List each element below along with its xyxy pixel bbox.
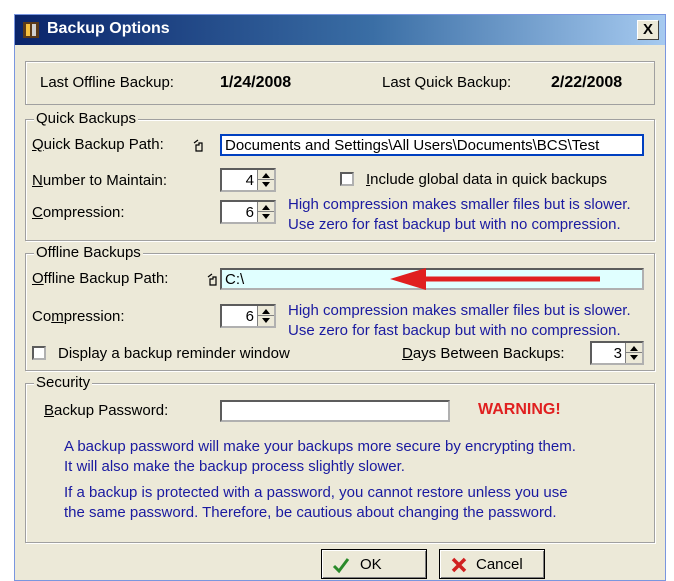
offline-backups-group: Offline Backups Offline Backup Path: C:\…: [25, 244, 655, 371]
security-legend: Security: [34, 374, 93, 391]
offline-compression-label: Compression:: [32, 308, 125, 325]
security-group: Security Backup Password: WARNING! A bac…: [25, 374, 655, 543]
number-to-maintain-spinner[interactable]: 4: [220, 168, 276, 192]
security-note1-line2: It will also make the backup process sli…: [64, 458, 405, 475]
x-cancel-icon: [451, 557, 467, 573]
backup-options-dialog: Backup Options X Last Offline Backup: 1/…: [14, 14, 666, 581]
folder-browse-icon[interactable]: [192, 139, 206, 153]
quick-hint-line2: Use zero for fast backup but with no com…: [288, 216, 621, 233]
offline-compression-spinner[interactable]: 6: [220, 304, 276, 328]
dialog-title: Backup Options: [47, 20, 170, 37]
warning-text: WARNING!: [478, 401, 561, 418]
quick-hint-line1: High compression makes smaller files but…: [288, 196, 631, 213]
quick-path-input[interactable]: Documents and Settings\All Users\Documen…: [220, 134, 644, 156]
ok-button[interactable]: OK: [321, 549, 427, 579]
last-quick-label: Last Quick Backup:: [382, 74, 512, 91]
quick-compression-value: 6: [245, 204, 254, 221]
quick-compression-spinner[interactable]: 6: [220, 200, 276, 224]
offline-hint-line1: High compression makes smaller files but…: [288, 302, 631, 319]
password-label: Backup Password:: [44, 402, 169, 419]
quick-path-label: Quick Backup Path:: [32, 136, 164, 153]
offline-backups-legend: Offline Backups: [34, 244, 143, 261]
days-between-label: Days Between Backups:: [402, 345, 565, 362]
number-to-maintain-value: 4: [245, 172, 254, 189]
red-arrow-icon: [390, 268, 600, 290]
check-icon: [332, 558, 350, 574]
title-bar: Backup Options X: [15, 15, 665, 45]
quick-backups-group: Quick Backups Quick Backup Path: Documen…: [25, 110, 655, 241]
days-between-spinner[interactable]: 3: [590, 341, 644, 365]
app-icon: [23, 22, 39, 38]
offline-path-label: Offline Backup Path:: [32, 270, 169, 287]
include-global-label: Include global data in quick backups: [366, 171, 608, 188]
security-note2-line1: If a backup is protected with a password…: [64, 484, 568, 501]
offline-compression-value: 6: [245, 308, 254, 325]
security-note2-line2: the same password. Therefore, be cautiou…: [64, 504, 557, 521]
number-to-maintain-label: Number to Maintain:: [32, 172, 168, 189]
last-offline-label: Last Offline Backup:: [40, 74, 174, 91]
quick-backups-legend: Quick Backups: [34, 110, 139, 127]
spinner-buttons[interactable]: [257, 170, 274, 190]
include-global-checkbox[interactable]: [340, 172, 354, 186]
spinner-buttons[interactable]: [257, 202, 274, 222]
last-quick-value: 2/22/2008: [551, 74, 623, 91]
spinner-buttons[interactable]: [257, 306, 274, 326]
last-backup-summary: Last Offline Backup: 1/24/2008 Last Quic…: [25, 61, 655, 105]
quick-compression-label: Compression:: [32, 204, 125, 221]
ok-label: OK: [360, 556, 382, 573]
cancel-button[interactable]: Cancel: [439, 549, 545, 579]
security-note1-line1: A backup password will make your backups…: [64, 438, 576, 455]
close-button[interactable]: X: [637, 20, 659, 40]
password-input[interactable]: [220, 400, 450, 422]
folder-browse-icon[interactable]: [206, 273, 220, 287]
days-between-value: 3: [613, 345, 622, 362]
cancel-label: Cancel: [476, 556, 523, 573]
offline-hint-line2: Use zero for fast backup but with no com…: [288, 322, 621, 339]
last-offline-value: 1/24/2008: [220, 74, 292, 91]
reminder-label: Display a backup reminder window: [58, 345, 290, 362]
reminder-checkbox[interactable]: [32, 346, 46, 360]
spinner-buttons[interactable]: [625, 343, 642, 363]
